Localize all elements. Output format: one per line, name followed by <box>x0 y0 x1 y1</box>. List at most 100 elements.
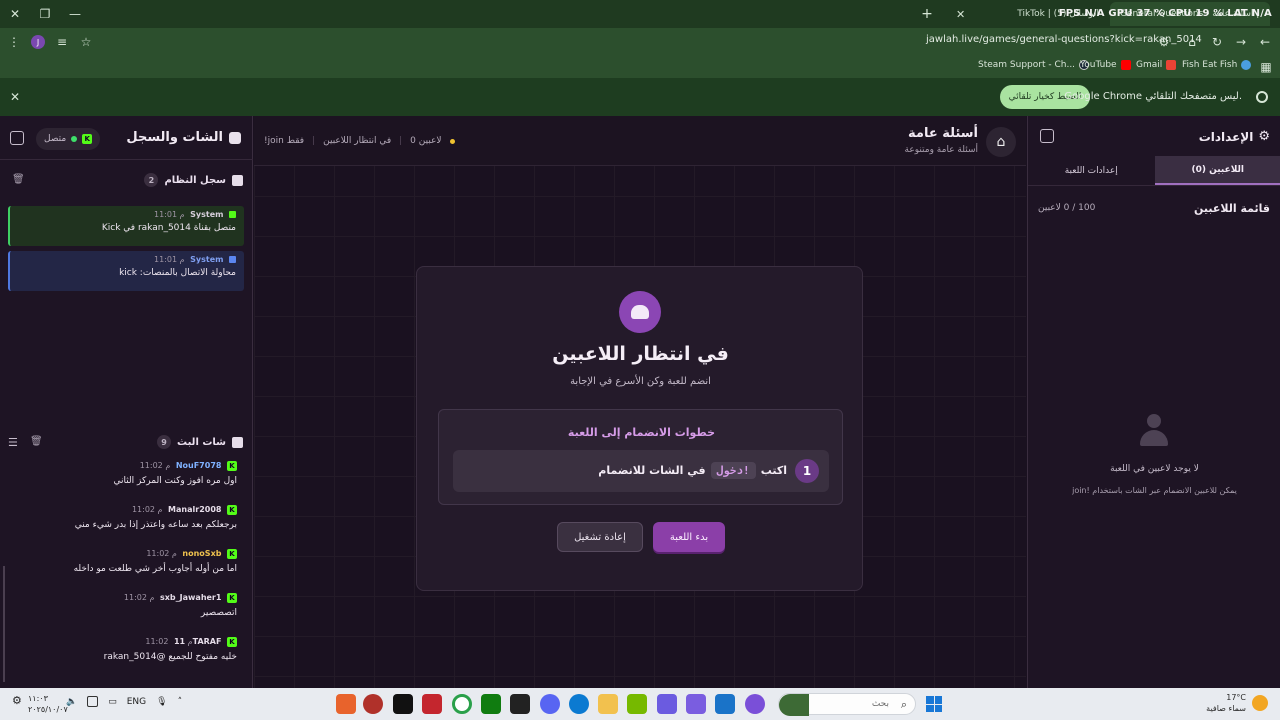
taskbar-search[interactable]: بحث ⌕ <box>778 693 916 716</box>
chrome-taskbar-icon[interactable] <box>452 694 472 714</box>
chat-username: NouF7078 <box>175 461 222 470</box>
start-button[interactable] <box>926 696 942 712</box>
join-step: 1 اكتب !دخول في الشات للانضمام <box>453 450 829 492</box>
clear-log-icon[interactable]: 🗑 <box>12 174 25 185</box>
tray-chevron-icon[interactable]: ˄ <box>178 697 183 707</box>
site-settings-icon[interactable]: ⚙ <box>1152 30 1176 54</box>
log-message: محاولة الاتصال بالمنصات: kick <box>119 268 236 278</box>
players-count: 100 / 0 لاعبين <box>1038 203 1096 213</box>
clear-chat-icon[interactable]: 🗑 <box>30 436 43 447</box>
log-entry-meta: 11:01 م System <box>18 210 236 219</box>
kick-icon: K <box>227 637 237 647</box>
chat-time: 11:02 م <box>139 461 171 470</box>
info-icon <box>229 256 236 263</box>
clock-date: ٢٠٢٥/١٠/٠٧ <box>28 705 68 714</box>
infobar-close-icon[interactable]: ✕ <box>10 90 20 104</box>
step-suffix: في الشات للانضمام <box>598 464 706 477</box>
bookmark-label: YouTube <box>1080 60 1117 70</box>
acrobat-icon[interactable] <box>422 694 442 714</box>
nvidia-icon[interactable] <box>627 694 647 714</box>
connection-label: متصل <box>44 134 67 144</box>
default-browser-infobar: ✕ الضبط كخيار تلقائي Google Chrome ليس م… <box>0 78 1280 116</box>
chat-meta: 11:02 م Manalr2008 K <box>132 505 237 515</box>
search-icon: ⌕ <box>900 698 907 711</box>
home-icon[interactable]: ⌂ <box>1180 30 1204 54</box>
user-placeholder-icon <box>1140 414 1168 448</box>
edge-icon[interactable] <box>569 694 589 714</box>
window-restore-icon[interactable]: ❐ <box>30 0 60 28</box>
collapse-settings-icon[interactable] <box>1040 129 1054 143</box>
browser-titlebar: ✕ ❐ — + ✕ TikTok | الرسائل (5) General Q… <box>0 0 1280 28</box>
gear-icon: ⚙ <box>1258 129 1270 144</box>
window-minimize-icon[interactable]: — <box>60 0 90 28</box>
teams-icon[interactable] <box>657 694 677 714</box>
settings-title-text: الإعدادات <box>1198 129 1254 144</box>
outlook-icon[interactable] <box>715 694 735 714</box>
address-bar: ⋮ J ≡ ☆ jawlah.live/games/general-questi… <box>0 28 1280 56</box>
chat-filter-icon[interactable]: ☰ <box>8 436 18 449</box>
kick-icon: K <box>227 549 237 559</box>
bookmarks-bar: Steam Support - Ch... YouTube Gmail Fish… <box>0 56 1280 78</box>
kick-icon <box>229 211 236 218</box>
all-bookmarks-icon[interactable]: ▦ <box>1254 55 1278 79</box>
moon-icon <box>1252 695 1268 711</box>
bookmark-fish-eat-fish[interactable]: Fish Eat Fish <box>1182 60 1252 70</box>
bookmark-gmail[interactable]: Gmail <box>1136 60 1177 70</box>
brave-icon[interactable] <box>336 694 356 714</box>
restart-button[interactable]: إعادة تشغيل <box>557 522 643 552</box>
game-header: !join فقط | في انتظار اللاعبين | 0 لاعبي… <box>254 116 1026 166</box>
bookmark-star-icon[interactable]: ☆ <box>74 30 98 54</box>
window-close-icon[interactable]: ✕ <box>0 0 30 28</box>
chat-text: اتصصصير <box>200 608 237 618</box>
waiting-card: في انتظار اللاعبين انضم للعبة وكن الأسرع… <box>416 266 863 591</box>
collapse-panel-icon[interactable] <box>10 131 24 145</box>
home-button[interactable]: ⌂ <box>986 127 1016 157</box>
start-game-button[interactable]: بدء اللعبة <box>653 522 725 552</box>
chat-scrollbar[interactable] <box>3 566 5 682</box>
chat-message: 11:02 م NouF7078 K اول مره افوز وكنت الم… <box>0 456 253 500</box>
network-icon[interactable] <box>87 696 99 707</box>
new-tab-button[interactable]: + <box>918 5 936 23</box>
chat-time: 11:02 م <box>146 549 177 558</box>
system-tray: ⚙ <box>12 694 22 707</box>
tab-game-settings[interactable]: إعدادات اللعبة <box>1028 156 1155 185</box>
xbox-icon[interactable] <box>481 694 501 714</box>
teams-alt-icon[interactable] <box>686 694 706 714</box>
chat-time: 11:02 م <box>123 593 155 602</box>
search-highlight-image <box>779 694 809 716</box>
profile-avatar[interactable]: J <box>26 30 50 54</box>
bookmark-label: Fish Eat Fish <box>1182 60 1238 70</box>
discord-icon[interactable] <box>540 694 560 714</box>
reading-list-icon[interactable]: ≡ <box>50 30 74 54</box>
file-explorer-icon[interactable] <box>598 694 618 714</box>
volume-icon[interactable]: 🔈 <box>66 697 77 707</box>
tiktok-icon[interactable] <box>393 694 413 714</box>
notification-icon[interactable]: ⚙ <box>12 694 22 707</box>
language-indicator[interactable]: ENG <box>127 697 146 707</box>
tab-players[interactable]: اللاعبين (0) <box>1154 156 1280 185</box>
media-icon[interactable] <box>510 694 530 714</box>
microphone-icon[interactable]: 🎙 <box>156 697 167 707</box>
settings-tabs: إعدادات اللعبة اللاعبين (0) <box>1028 156 1280 186</box>
recorder-icon[interactable] <box>363 694 383 714</box>
clock[interactable]: ١١:٠٣ ٢٠٢٥/١٠/٠٧ <box>28 693 68 715</box>
infobar-text: Google Chrome ليس متصفحك التلقائي. <box>1064 91 1242 102</box>
bookmark-steam[interactable]: Steam Support - Ch... <box>978 60 1090 70</box>
join-steps-title: خطوات الانضمام إلى اللعبة <box>567 426 716 439</box>
players-list-title: قائمة اللاعبين <box>1194 202 1270 215</box>
log-message: متصل بقناة rakan_5014 في Kick <box>101 223 236 233</box>
chat-log-panel: متصل K الشات والسجل 🗑 2 سجل النظام 11:01… <box>0 116 253 688</box>
home-icon: ⌂ <box>996 134 1006 150</box>
chat-text: اما من أوله أجاوب أخر شي طلعت مو داخله <box>73 564 237 574</box>
forward-icon[interactable]: → <box>1229 30 1253 54</box>
tray-icons: 🔈 ▭ ENG 🎙 ˄ <box>66 696 182 707</box>
copilot-icon[interactable] <box>745 694 765 714</box>
back-icon[interactable]: ← <box>1253 30 1277 54</box>
menu-dots-icon[interactable]: ⋮ <box>2 30 26 54</box>
bookmark-youtube[interactable]: YouTube <box>1080 60 1131 70</box>
weather-widget[interactable]: 17°C سماء صافية <box>1206 692 1268 714</box>
battery-icon[interactable]: ▭ <box>108 697 117 707</box>
tab-close-icon[interactable]: ✕ <box>956 8 965 21</box>
reload-icon[interactable]: ↻ <box>1205 30 1229 54</box>
chat-bubble-icon <box>232 436 243 448</box>
